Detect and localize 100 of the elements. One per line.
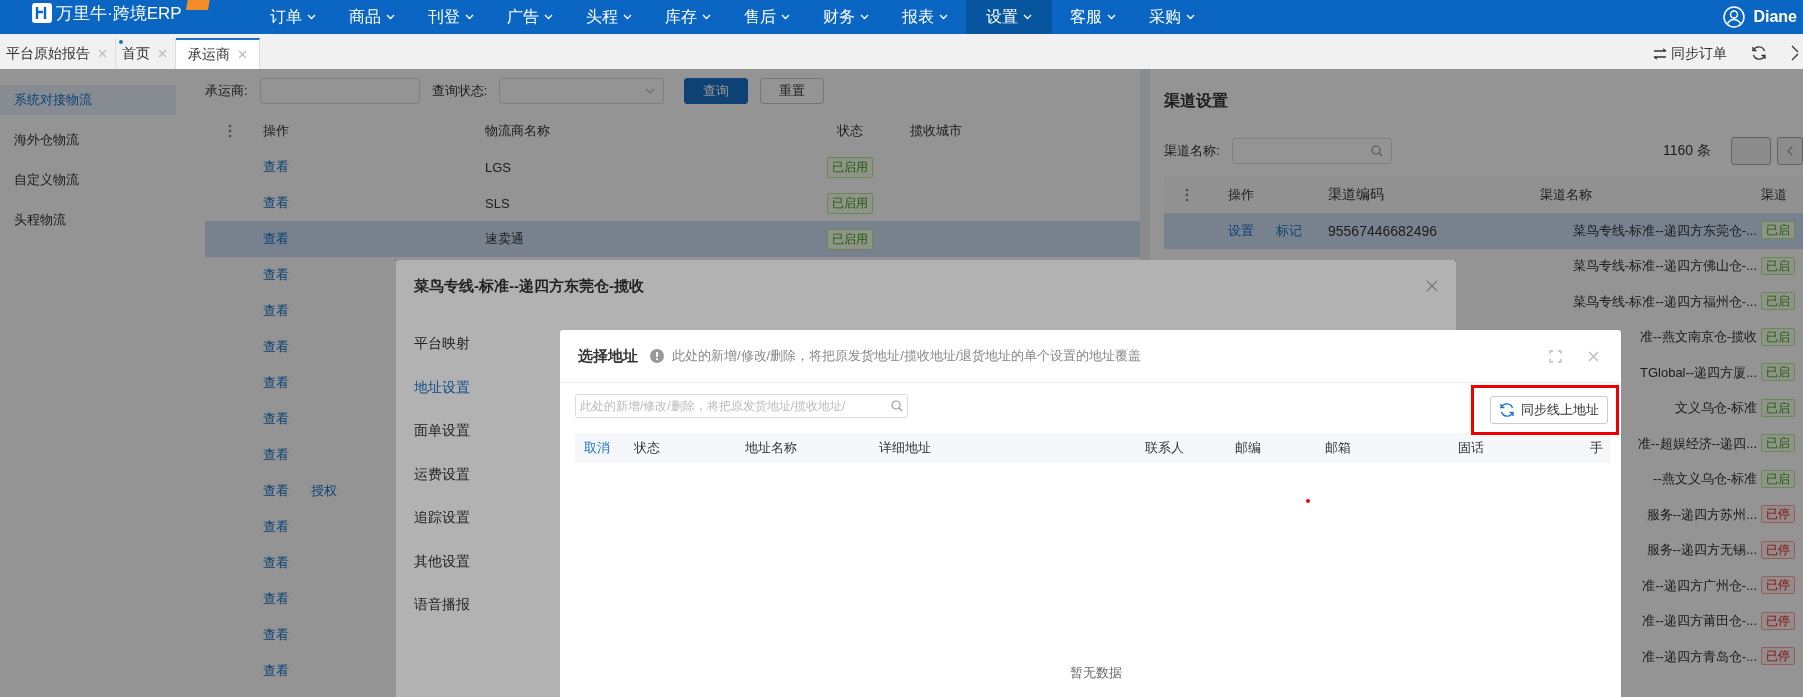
table-cell: 菜鸟专线-标准--递四方福州仓-... [1572,292,1757,311]
sync-address-button[interactable]: 同步线上地址 [1490,396,1608,424]
expand-icon[interactable] [1549,349,1562,363]
row-action-link[interactable]: 查看 [263,302,289,320]
nav-menu-item[interactable]: 商品 [334,0,410,34]
table-cell: 准--递四方青岛仓-... [1642,647,1757,666]
nav-menu-item[interactable]: 采购 [1134,0,1210,34]
column-menu-icon[interactable] [1185,188,1189,202]
status-tag: 已启用 [827,156,873,178]
row-action-link[interactable]: 查看 [263,590,289,608]
sidebar-item[interactable]: 自定义物流 [0,165,176,195]
status-tag: 已启 [1761,221,1795,240]
sidebar-item[interactable]: 系统对接物流 [0,85,176,115]
row-action-link[interactable]: 查看 [263,158,289,176]
nav-menu-item[interactable]: 订单 [255,0,331,34]
close-icon[interactable] [1588,350,1599,362]
row-action-link[interactable]: 查看 [263,338,289,356]
row-action-link[interactable]: 查看 [263,266,289,284]
settings-menu-item[interactable]: 语音播报 [396,589,560,633]
column-header: 邮编 [1235,440,1261,455]
settings-menu-item[interactable]: 运费设置 [396,458,560,502]
table-cell: 文义乌仓-标准 [1674,399,1757,418]
row-action-link[interactable]: 查看 [263,374,289,392]
search-icon [891,400,903,412]
chevron-down-icon [702,14,711,20]
row-action-link[interactable]: 查看 [263,662,289,680]
close-icon[interactable] [1426,280,1438,292]
chevron-down-icon [1186,14,1195,20]
refresh-icon[interactable] [1751,45,1767,61]
row-action-link[interactable]: 查看 [263,554,289,572]
nav-menu-item[interactable]: 设置 [966,0,1052,34]
row-action-link[interactable]: 查看 [263,482,289,500]
column-header: 操作 [263,122,289,140]
status-tag: 已启 [1761,256,1795,275]
table-cell: 速卖通 [485,231,524,246]
logo-text: 万里牛·跨境ERP [56,2,182,25]
page-tab[interactable]: 首页 [116,38,176,69]
nav-menu-item[interactable]: 财务 [808,0,884,34]
chevron-down-icon [1023,14,1032,20]
status-tag: 已停 [1761,611,1795,630]
column-header: 状态 [837,122,863,140]
close-icon[interactable] [158,49,167,58]
sidebar-item[interactable]: 头程物流 [0,205,176,235]
nav-menu-item[interactable]: 客服 [1055,0,1131,34]
query-button[interactable]: 查询 [684,78,749,104]
address-search-field[interactable]: 此处的新增/修改/删除，将把原发货地址/揽收地址/ [575,394,908,418]
table-cell: LGS [485,159,511,175]
column-menu-icon[interactable] [228,124,232,138]
status-select[interactable] [499,78,665,104]
channel-name-input[interactable] [1231,138,1392,164]
chevron-down-icon [781,14,790,20]
user-avatar-icon[interactable] [1723,6,1746,28]
column-header: 渠道名称 [1540,186,1592,204]
nav-menu-item[interactable]: 库存 [650,0,726,34]
nav-menu-item[interactable]: 头程 [571,0,647,34]
settings-menu-item[interactable]: 追踪设置 [396,502,560,546]
settings-menu-item[interactable]: 其他设置 [396,545,560,589]
cancel-link[interactable]: 取消 [575,439,625,457]
settings-menu-item[interactable]: 面单设置 [396,415,560,459]
dialog-title: 选择地址 [578,346,638,366]
nav-menu-item[interactable]: 售后 [729,0,805,34]
sync-orders-button[interactable]: 同步订单 [1653,38,1727,69]
info-icon [650,349,664,363]
page-size-select[interactable] [1731,137,1771,165]
close-icon[interactable] [238,50,247,59]
carrier-label: 承运商: [205,82,248,100]
settings-menu-item[interactable]: 平台映射 [396,328,560,372]
row-action-link[interactable]: 查看 [263,626,289,644]
row-action-link[interactable]: 查看 [263,518,289,536]
search-icon [1370,145,1383,157]
user-name[interactable]: Diane [1753,8,1797,26]
panel-title: 渠道设置 [1164,91,1229,111]
sidebar-item[interactable]: 海外仓物流 [0,125,176,155]
status-tag: 已启 [1761,327,1795,346]
previous-page-button[interactable] [1777,137,1803,165]
nav-menu-item[interactable]: 广告 [492,0,568,34]
settings-menu-item[interactable]: 地址设置 [396,371,560,415]
refresh-icon [1499,402,1515,418]
column-header: 渠道编码 [1328,186,1384,202]
column-header: 联系人 [1145,440,1184,455]
dialog-title: 菜鸟专线-标准--递四方东莞仓-揽收 [414,276,644,296]
status-tag: 已启 [1761,363,1795,382]
nav-menu-item[interactable]: 报表 [887,0,963,34]
page-tab[interactable]: 承运商 [176,38,260,69]
reset-button[interactable]: 重置 [760,78,825,104]
status-tag: 已停 [1761,576,1795,595]
close-icon[interactable] [98,49,107,58]
column-header: 固话 [1458,440,1484,455]
nav-menu-item[interactable]: 刊登 [413,0,489,34]
chevron-left-icon [1787,146,1793,156]
hint-text: 此处的新增/修改/删除，将把原发货地址/揽收地址/退货地址的单个设置的地址覆盖 [672,347,1142,365]
table-cell: 准--递四方莆田仓-... [1642,612,1757,631]
table-cell: 95567446682496 [1328,222,1437,239]
row-action-link[interactable]: 查看 [263,194,289,212]
table-cell: 菜鸟专线-标准--递四方东莞仓-... [1572,221,1757,240]
table-cell: 准--超娱经济--递四... [1637,434,1757,453]
row-action-link[interactable]: 查看 [263,410,289,428]
row-action-link[interactable]: 授权 [311,482,337,500]
status-tag: 已启 [1761,292,1795,311]
row-action-link[interactable]: 查看 [263,446,289,464]
